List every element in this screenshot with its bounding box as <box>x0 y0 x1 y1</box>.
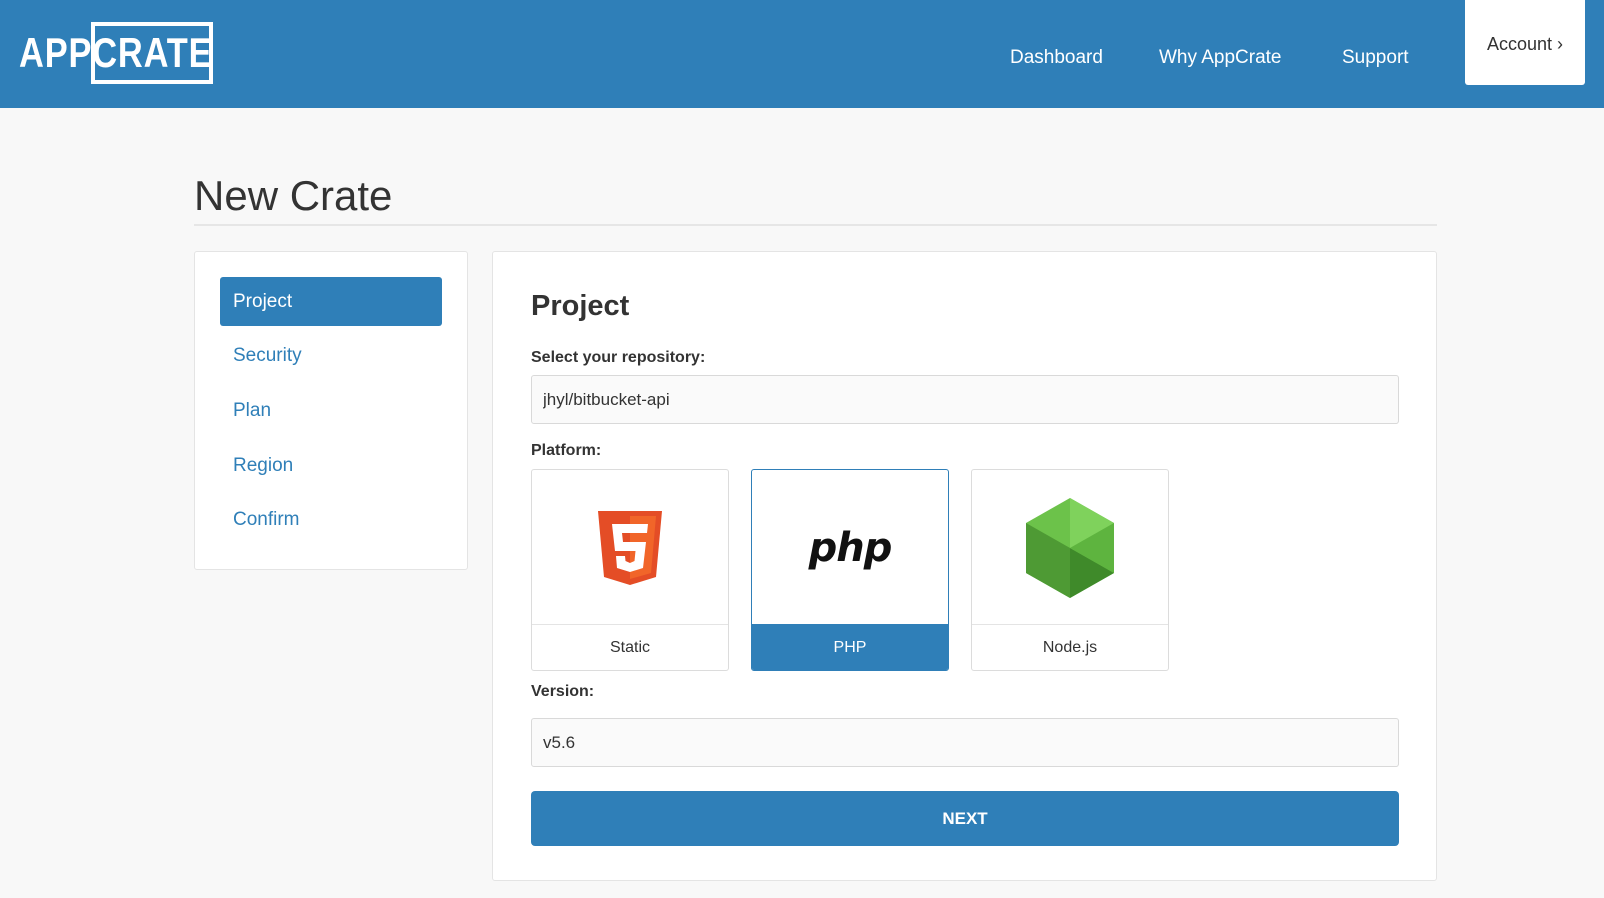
step-confirm[interactable]: Confirm <box>220 495 442 544</box>
platform-static-label: Static <box>532 624 728 670</box>
php-logo-icon: php <box>808 524 893 571</box>
html5-icon <box>598 510 662 585</box>
step-plan[interactable]: Plan <box>220 386 442 435</box>
logo-app-text: APP <box>19 29 93 76</box>
step-security[interactable]: Security <box>220 331 442 380</box>
repository-label: Select your repository: <box>531 349 706 366</box>
account-menu-button[interactable]: Account › <box>1465 0 1585 85</box>
platform-option-nodejs[interactable]: Node.js <box>971 469 1169 671</box>
nodejs-hexagon-icon <box>1026 497 1114 598</box>
version-label: Version: <box>531 683 595 700</box>
step-region[interactable]: Region <box>220 441 442 490</box>
repository-input[interactable] <box>531 375 1399 424</box>
wizard-steps-panel: Project Security Plan Region Confirm <box>194 251 468 570</box>
logo-crate-text: CRATE <box>91 29 213 76</box>
appcrate-logo[interactable]: APP CRATE <box>19 22 213 84</box>
platform-php-label: PHP <box>752 624 948 670</box>
platform-option-static[interactable]: Static <box>531 469 729 671</box>
page-title: New Crate <box>194 172 393 219</box>
nav-why-appcrate[interactable]: Why AppCrate <box>1159 47 1282 69</box>
nav-support[interactable]: Support <box>1342 47 1409 69</box>
platform-label: Platform: <box>531 442 602 459</box>
nav-dashboard[interactable]: Dashboard <box>1010 47 1103 69</box>
project-form-panel: Project Select your repository: Platform… <box>492 251 1437 881</box>
top-navbar: APP CRATE Dashboard Why AppCrate Support… <box>0 0 1604 108</box>
title-divider <box>194 224 1437 226</box>
version-select[interactable] <box>531 718 1399 767</box>
logo-crate-box: CRATE <box>91 22 213 84</box>
section-title: Project <box>531 290 630 322</box>
platform-option-php[interactable]: php PHP <box>751 469 949 671</box>
step-project[interactable]: Project <box>220 277 442 326</box>
platform-nodejs-label: Node.js <box>972 624 1168 670</box>
next-button[interactable]: NEXT <box>531 791 1399 846</box>
